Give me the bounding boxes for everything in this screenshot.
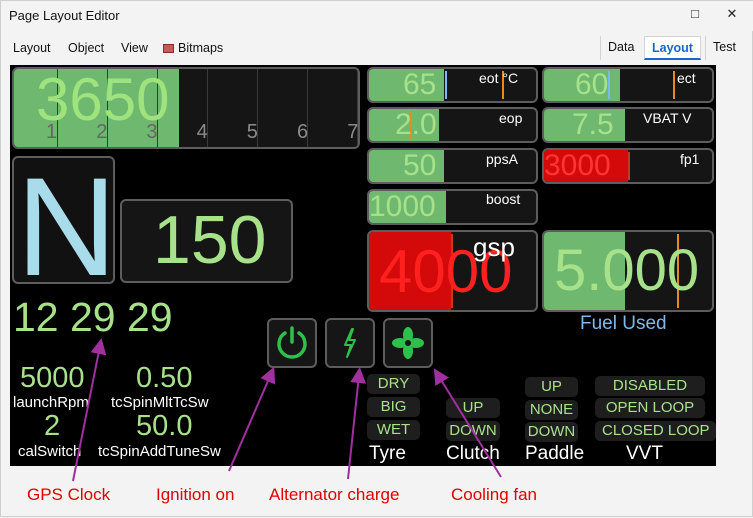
paddle-option-up[interactable]: UP <box>525 377 578 397</box>
gauge-ect-label: ect <box>677 70 696 86</box>
ignition-indicator[interactable] <box>267 318 317 368</box>
gauge-vbat-value: 7.5 <box>572 108 614 141</box>
annotation-gps-clock: GPS Clock <box>27 485 111 504</box>
rpm-bar[interactable]: 3650 1234567 <box>12 67 360 149</box>
tyre-option-wet[interactable]: WET <box>367 420 420 440</box>
menu-bitmaps-label: Bitmaps <box>178 41 224 55</box>
gauge-ect-value: 60 <box>575 68 609 101</box>
rpm-gear-label: 4 <box>196 121 208 143</box>
gauge-fp1-value: 3000 <box>544 149 611 182</box>
gauge-vbat-label: VBAT V <box>643 110 692 126</box>
gsp-display[interactable]: 4000 gsp <box>367 230 538 312</box>
menu-bitmaps[interactable]: Bitmaps <box>163 41 223 55</box>
power-icon <box>277 326 307 359</box>
menu-view[interactable]: View <box>121 41 148 55</box>
speed-value: 150 <box>153 202 267 278</box>
param-launchrpm-label: launchRpm <box>13 394 89 411</box>
title-bar: Page Layout Editor □ ✕ <box>1 1 753 31</box>
gauge-ect-marker <box>673 71 675 99</box>
tab-data[interactable]: Data <box>600 36 641 60</box>
fan-icon <box>392 327 424 359</box>
annotation-ignition: Ignition on <box>156 485 235 504</box>
gauge-eop-value: 2.0 <box>395 108 437 141</box>
gauge-pps[interactable]: 50 ppsA <box>367 148 538 184</box>
gauge-eot-marker-low <box>445 71 447 99</box>
maximize-button[interactable]: □ <box>684 6 706 21</box>
rpm-gear-label: 1 <box>46 121 58 143</box>
gauge-eop[interactable]: 2.0 eop <box>367 107 538 143</box>
gear-display[interactable]: N <box>12 156 115 284</box>
rpm-gear-label: 6 <box>297 121 309 143</box>
vvt-option-open-loop[interactable]: OPEN LOOP <box>595 398 705 418</box>
gear-value: N <box>16 156 115 284</box>
gauge-eot-value: 65 <box>403 68 437 101</box>
clutch-option-down[interactable]: DOWN <box>446 421 500 441</box>
page-layout-editor-window: Page Layout Editor □ ✕ Layout Object Vie… <box>0 0 753 517</box>
alternator-indicator[interactable] <box>325 318 375 368</box>
clutch-label: Clutch <box>446 443 500 464</box>
param-calswitch-label: calSwitch <box>18 443 82 460</box>
speed-display[interactable]: 150 <box>120 199 293 283</box>
gauge-boost-value: 1000 <box>369 190 436 223</box>
dash-canvas[interactable]: 3650 1234567 N 150 65 eot °C 60 ect 2.0 … <box>10 65 716 466</box>
vvt-option-closed-loop[interactable]: CLOSED LOOP <box>595 421 716 441</box>
fuel-label: Fuel Used <box>580 313 667 334</box>
gps-clock: 12 29 29 <box>13 294 173 340</box>
tyre-option-dry[interactable]: DRY <box>367 374 420 394</box>
vvt-option-disabled[interactable]: DISABLED <box>595 376 705 396</box>
lightning-bolt-icon <box>344 328 356 358</box>
rpm-gear-label: 2 <box>96 121 108 143</box>
annotation-alternator: Alternator charge <box>269 485 400 504</box>
window-title: Page Layout Editor <box>9 8 120 23</box>
vvt-label: VVT <box>626 443 663 464</box>
gauge-pps-value: 50 <box>403 149 437 182</box>
tyre-label: Tyre <box>369 443 406 464</box>
gauge-fp1-marker <box>628 152 630 180</box>
paddle-option-down[interactable]: DOWN <box>525 422 578 442</box>
clutch-option-up[interactable]: UP <box>446 398 500 418</box>
gauge-eot-label: eot °C <box>479 70 519 86</box>
fuel-value: 5.000 <box>554 238 700 303</box>
gauge-eop-label: eop <box>499 110 523 126</box>
menu-layout[interactable]: Layout <box>13 41 51 55</box>
paddle-label: Paddle <box>525 443 585 464</box>
rpm-gear-label: 5 <box>246 121 258 143</box>
gauge-vbat[interactable]: 7.5 VBAT V <box>542 107 714 143</box>
rpm-gear-label: 7 <box>347 121 359 143</box>
menu-object[interactable]: Object <box>68 41 104 55</box>
cooling-fan-indicator[interactable] <box>383 318 433 368</box>
param-tcspinmlt-value: 0.50 <box>136 362 193 394</box>
fuel-display[interactable]: 5.000 <box>542 230 714 312</box>
gauge-boost[interactable]: 1000 boost <box>367 189 538 225</box>
annotation-cooling-fan: Cooling fan <box>451 485 538 504</box>
gauge-eot[interactable]: 65 eot °C <box>367 67 538 103</box>
gauge-ect[interactable]: 60 ect <box>542 67 714 103</box>
tab-test[interactable]: Test <box>705 36 743 60</box>
param-calswitch-value: 2 <box>44 410 61 442</box>
gauge-boost-label: boost <box>486 191 521 207</box>
param-launchrpm-value: 5000 <box>20 362 85 394</box>
param-tcspinadd-label: tcSpinAddTuneSw <box>98 443 221 460</box>
param-tcspinadd-value: 50.0 <box>136 410 193 442</box>
close-button[interactable]: ✕ <box>721 6 743 22</box>
tyre-option-big[interactable]: BIG <box>367 397 420 417</box>
param-tcspinmlt-label: tcSpinMltTcSw <box>111 394 209 411</box>
tab-layout[interactable]: Layout <box>644 36 701 60</box>
bitmap-icon <box>163 44 174 53</box>
gauge-fp1[interactable]: 3000 fp1 <box>542 148 714 184</box>
gauge-pps-label: ppsA <box>486 151 518 167</box>
rpm-gear-label: 3 <box>146 121 158 143</box>
gsp-label: gsp <box>473 232 515 262</box>
gauge-fp1-label: fp1 <box>680 151 700 167</box>
paddle-option-none[interactable]: NONE <box>525 400 578 420</box>
